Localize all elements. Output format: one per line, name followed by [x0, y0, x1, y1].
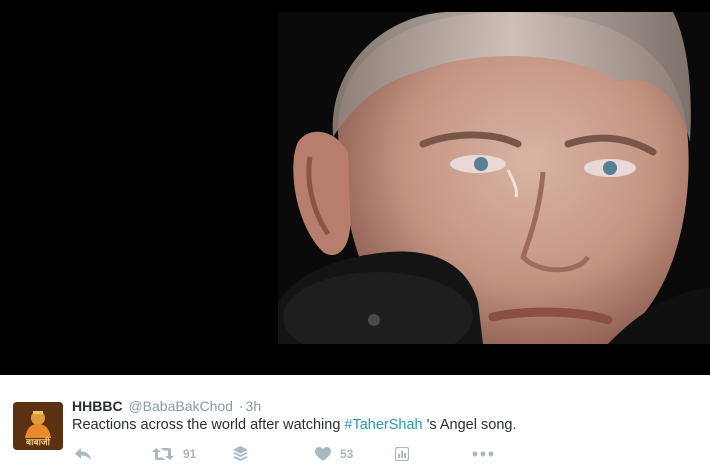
retweet-icon — [152, 448, 174, 460]
analytics-icon — [395, 447, 409, 461]
avatar[interactable]: बाबाजी — [13, 402, 63, 450]
like-button[interactable]: 53 — [315, 445, 353, 463]
tweet-text: Reactions across the world after watchin… — [72, 417, 516, 433]
retweet-count: 91 — [183, 447, 197, 461]
like-count: 53 — [340, 447, 354, 461]
reply-icon — [75, 448, 91, 460]
hashtag-link[interactable]: #TaherShah — [344, 417, 422, 433]
crying-man-photo — [278, 12, 710, 344]
tweet-header: HHBBC @BabaBakChod · 3h — [72, 398, 261, 414]
buffer-button[interactable] — [233, 445, 248, 463]
tweet-text-before: Reactions across the world after watchin… — [72, 417, 345, 433]
buffer-icon — [233, 446, 248, 461]
more-button[interactable] — [472, 445, 494, 463]
heart-icon — [315, 447, 331, 461]
avatar-caption: बाबाजी — [26, 438, 50, 448]
tweet-text-after: 's Angel song. — [422, 417, 517, 433]
tweet-timestamp[interactable]: 3h — [246, 398, 262, 414]
tweet[interactable]: बाबाजी HHBBC @BabaBakChod · 3h Reactions … — [0, 375, 710, 470]
user-handle[interactable]: @BabaBakChod — [128, 398, 233, 414]
tweet-actions: 91 53 — [72, 445, 512, 463]
tweet-media[interactable] — [0, 0, 710, 375]
analytics-button[interactable] — [395, 445, 409, 463]
more-icon — [472, 451, 494, 457]
separator-dot: · — [238, 398, 244, 414]
retweet-button[interactable]: 91 — [152, 445, 196, 463]
display-name[interactable]: HHBBC — [72, 398, 123, 414]
tweet-photo[interactable] — [278, 12, 710, 344]
reply-button[interactable] — [74, 445, 92, 463]
